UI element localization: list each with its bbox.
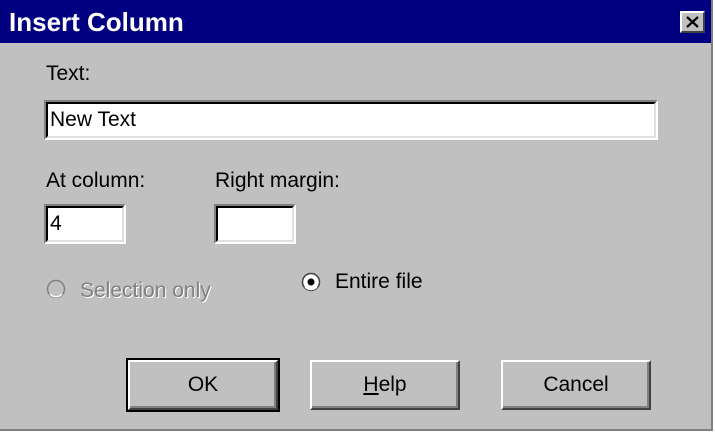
selection-only-radio-icon <box>46 279 66 299</box>
text-field[interactable] <box>44 100 658 140</box>
help-label-rest: elp <box>378 373 407 396</box>
title-bar[interactable]: Insert Column <box>0 0 711 43</box>
right-margin-label: Right margin: <box>215 169 340 192</box>
ok-button[interactable]: OK <box>126 358 280 412</box>
close-icon <box>686 16 699 28</box>
close-button[interactable] <box>680 11 705 33</box>
at-column-input[interactable] <box>50 208 120 240</box>
right-margin-field[interactable] <box>214 204 296 244</box>
text-label: Text: <box>46 62 91 85</box>
help-mnemonic: H <box>363 373 379 396</box>
at-column-field[interactable] <box>44 204 126 244</box>
dialog-title: Insert Column <box>9 7 184 37</box>
ok-button-label: OK <box>187 373 219 396</box>
cancel-button-label: Cancel <box>543 373 609 396</box>
help-button[interactable]: Help <box>310 360 460 410</box>
entire-file-label[interactable]: Entire file <box>335 270 423 294</box>
right-margin-input[interactable] <box>220 208 290 240</box>
text-input[interactable] <box>50 104 652 136</box>
insert-column-dialog: Insert Column Text: At column: Right mar… <box>0 0 713 431</box>
selection-only-label: Selection only <box>80 279 211 302</box>
entire-file-radio-icon[interactable] <box>301 272 321 292</box>
at-column-label: At column: <box>46 169 146 192</box>
help-button-label: Help <box>363 373 406 397</box>
cancel-button[interactable]: Cancel <box>501 360 651 410</box>
